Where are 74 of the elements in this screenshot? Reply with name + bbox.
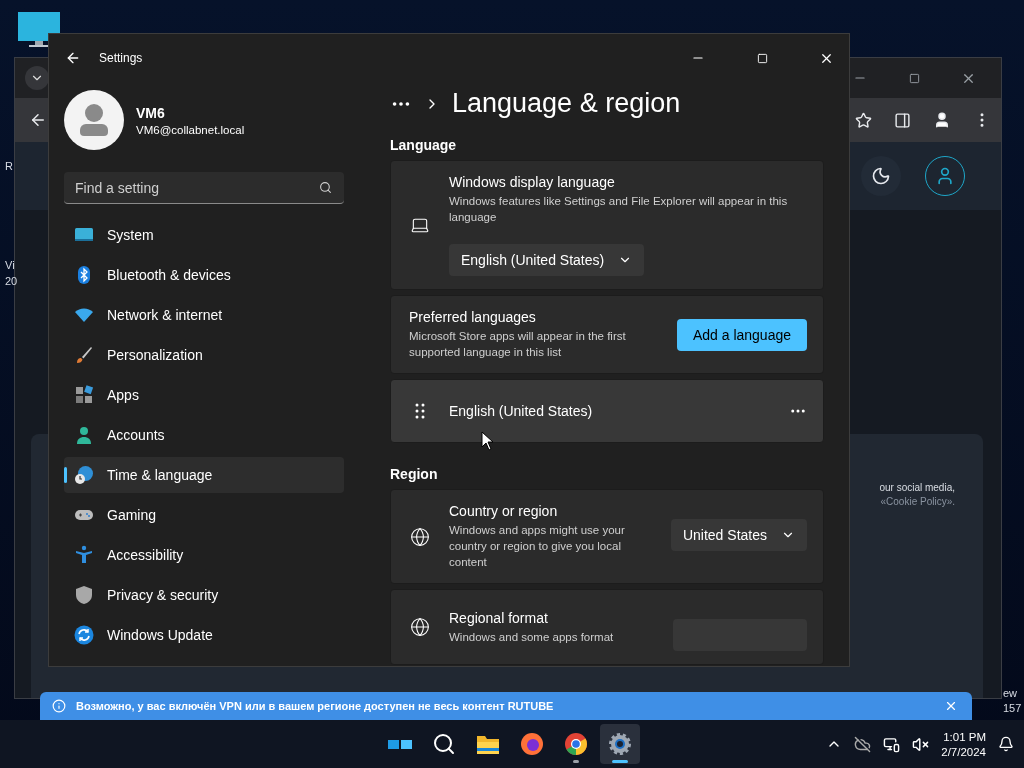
desktop-text: R	[5, 160, 13, 173]
search-icon	[319, 181, 332, 194]
theme-button[interactable]	[861, 156, 901, 196]
bell-icon[interactable]	[998, 736, 1014, 752]
nav-item[interactable]: Personalization	[64, 337, 344, 373]
info-icon	[52, 699, 66, 713]
cloud-off-icon[interactable]	[854, 735, 872, 753]
taskbar-app[interactable]	[600, 724, 640, 764]
setting-title: Windows display language	[449, 174, 616, 190]
setting-description: Windows and apps might use your country or region to give you local content	[449, 523, 626, 570]
search-icon	[432, 732, 456, 756]
brush-icon	[74, 345, 94, 365]
language-row[interactable]: English (United States)	[390, 379, 824, 443]
section-heading: Language	[390, 137, 458, 153]
firefox-icon	[519, 731, 545, 757]
sync-icon	[74, 625, 94, 645]
add-language-button[interactable]: Add a language	[676, 318, 807, 351]
desktop-text: 20	[5, 275, 18, 288]
back-icon[interactable]	[29, 111, 47, 129]
language-dropdown[interactable]: English (United States)	[449, 244, 645, 276]
nav-item[interactable]: Accessibility	[64, 537, 344, 573]
avatar[interactable]	[64, 90, 124, 150]
setting-title: Preferred languages	[409, 309, 537, 325]
setting-description: Microsoft Store apps will appear in the first supported language in this list	[409, 329, 627, 360]
apps-icon	[74, 385, 94, 405]
nav-item[interactable]: Privacy & security	[64, 577, 344, 613]
computer-icon[interactable]	[18, 12, 60, 48]
globe-icon	[410, 617, 430, 637]
language-name: English (United States)	[449, 403, 594, 419]
tab-search-button[interactable]	[25, 66, 49, 90]
setting-title: Regional format	[449, 609, 549, 626]
page-title: Language & region	[452, 88, 681, 119]
desktop-text: ew	[1003, 687, 1018, 700]
notification-text: Возможно, у вас включён VPN или в вашем регионе доступен не весь контент RUTUBE	[76, 700, 555, 712]
pointer-icon	[481, 431, 495, 451]
window-title: Settings	[99, 51, 143, 65]
setting-title: Country or region	[449, 503, 559, 519]
region-dropdown[interactable]: United States	[670, 519, 807, 551]
user-email: VM6@collabnet.local	[136, 123, 245, 136]
gear-icon	[607, 731, 633, 757]
cookie-policy-link[interactable]: «Cookie Policy».	[880, 496, 955, 507]
user-icon	[935, 166, 955, 186]
nav-item[interactable]: Apps	[64, 377, 344, 413]
user-name: VM6	[136, 104, 166, 121]
setting-description: Windows and some apps format	[449, 629, 615, 645]
profile-icon[interactable]	[933, 111, 951, 129]
maximize-icon[interactable]	[908, 72, 920, 84]
cookie-text: our social media,	[879, 482, 955, 493]
desktop-text: Vi	[5, 259, 15, 272]
person-icon	[74, 425, 94, 445]
side-panel-icon[interactable]	[894, 111, 911, 129]
globe-icon	[410, 526, 430, 547]
shield-icon	[74, 585, 94, 605]
nav-item[interactable]: Windows Update	[64, 617, 344, 653]
back-icon[interactable]	[65, 50, 81, 66]
nav-item[interactable]: Network & internet	[64, 297, 344, 333]
nav-item[interactable]: Accounts	[64, 417, 344, 453]
accessibility-icon	[74, 545, 94, 565]
star-icon[interactable]	[855, 111, 872, 129]
search-field[interactable]: Find a setting	[64, 172, 344, 204]
globe-clock-icon	[74, 465, 94, 485]
network-icon[interactable]	[883, 735, 901, 753]
desktop-text: 157	[1003, 702, 1022, 715]
chrome-icon	[563, 731, 589, 757]
drag-handle-icon[interactable]	[415, 403, 425, 419]
setting-description: Windows features like Settings and File Explorer will appear in this language	[449, 194, 789, 225]
section-heading: Region	[390, 466, 439, 482]
nav-item[interactable]: System	[64, 217, 344, 253]
nav-item[interactable]: Gaming	[64, 497, 344, 533]
moon-icon	[871, 166, 891, 186]
clock[interactable]: 1:01 PM 2/7/2024	[941, 730, 986, 758]
nav-item[interactable]: Bluetooth & devices	[64, 257, 344, 293]
mute-icon[interactable]	[912, 735, 930, 753]
nav-item[interactable]: Time & language	[64, 457, 344, 493]
